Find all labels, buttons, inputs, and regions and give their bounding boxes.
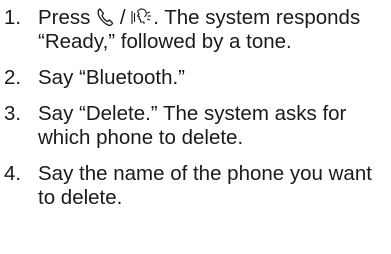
step-number: 3. bbox=[4, 102, 22, 125]
phone-icon bbox=[96, 7, 114, 27]
step-1: 1. Press / . The system responds “Ready,… bbox=[0, 6, 391, 54]
step-2: 2. Say “Bluetooth.” bbox=[0, 66, 391, 90]
instruction-steps: 1. Press / . The system responds “Ready,… bbox=[0, 6, 391, 222]
step-number: 4. bbox=[4, 162, 22, 185]
step-text: Press / . The system responds “Ready,” f… bbox=[38, 6, 391, 54]
step-text: Say the name of the phone you want to de… bbox=[38, 162, 372, 209]
step-text: Say “Delete.” The system asks for which … bbox=[38, 102, 347, 149]
step-4: 4. Say the name of the phone you want to… bbox=[0, 162, 391, 210]
step-3: 3. Say “Delete.” The system asks for whi… bbox=[0, 102, 391, 150]
step-number: 1. bbox=[4, 6, 22, 29]
step-text: Say “Bluetooth.” bbox=[38, 66, 185, 89]
step-number: 2. bbox=[4, 66, 22, 89]
step-lead: Press bbox=[38, 6, 91, 29]
talk-icon bbox=[131, 7, 153, 27]
icon-separator: / bbox=[119, 6, 126, 29]
